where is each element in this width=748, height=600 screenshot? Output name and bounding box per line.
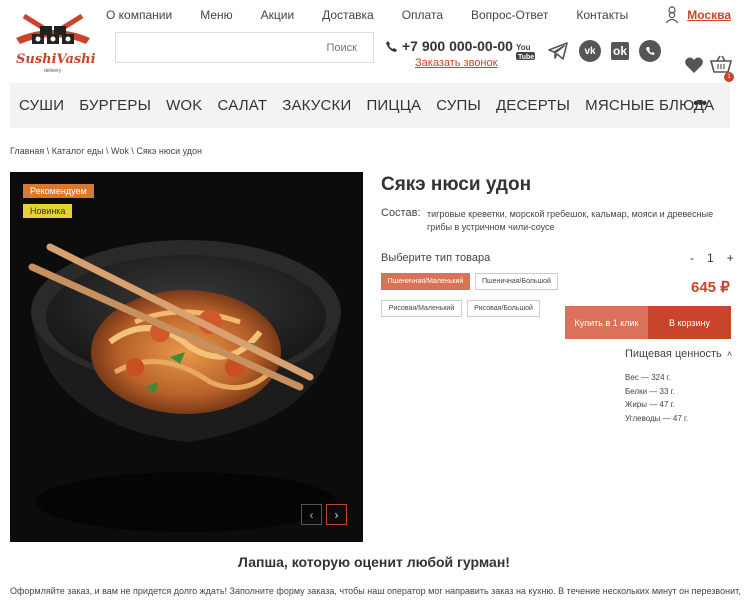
nav-menu[interactable]: Меню	[200, 8, 232, 22]
phone-number: +7 900 000-00-00	[402, 38, 513, 54]
more-categories-icon[interactable]: •••	[693, 95, 707, 112]
city-selector[interactable]: Москва	[663, 6, 731, 24]
tagline: Лапша, которую оценит любой гурман!	[238, 554, 510, 570]
category-sushi[interactable]: СУШИ	[19, 97, 64, 114]
category-wok[interactable]: WOK	[166, 97, 202, 114]
callback-link[interactable]: Заказать звонок	[415, 57, 497, 69]
svg-text:Tube: Tube	[518, 54, 534, 61]
prev-arrow-icon[interactable]: ‹	[301, 504, 322, 525]
category-bar: СУШИ БУРГЕРЫ WOK САЛАТ ЗАКУСКИ ПИЦЦА СУП…	[10, 83, 730, 128]
badge-recommended: Рекомендуем	[23, 184, 94, 198]
social-links: You Tube vk ok	[515, 40, 661, 62]
category-pizza[interactable]: ПИЦЦА	[366, 97, 421, 114]
next-arrow-icon[interactable]: ›	[326, 504, 347, 525]
nutrition-list: Вес — 324 г. Белки — 33 г. Жиры — 47 г. …	[625, 371, 688, 425]
brand-name: SushiVashi	[16, 52, 96, 67]
whatsapp-icon[interactable]	[639, 40, 661, 62]
nav-promos[interactable]: Акции	[261, 8, 295, 22]
vk-icon[interactable]: vk	[579, 40, 601, 62]
noodle-bowl-image	[28, 240, 341, 532]
composition-label: Состав:	[381, 207, 421, 219]
nutrition-weight: Вес — 324 г.	[625, 373, 671, 382]
nutrition-title: Пищевая ценность	[625, 348, 722, 360]
nav-delivery[interactable]: Доставка	[322, 8, 374, 22]
nutrition-protein: Белки — 33 г.	[625, 386, 675, 396]
chef-icon	[665, 6, 679, 24]
nav-about[interactable]: О компании	[106, 8, 172, 22]
product-price: 645 ₽	[691, 279, 730, 296]
svg-text:You: You	[516, 43, 531, 52]
telegram-icon[interactable]	[547, 40, 569, 62]
odnoklassniki-icon[interactable]: ok	[611, 42, 629, 60]
product-title: Сякэ нюси удон	[381, 174, 532, 195]
chevron-up-icon: ˄	[726, 349, 733, 359]
nutrition-fat: Жиры — 47 г.	[625, 400, 675, 409]
product-photo: Рекомендуем Новинка ‹ ›	[10, 172, 363, 542]
header-actions: 1	[684, 55, 734, 82]
nav-contacts[interactable]: Контакты	[576, 8, 628, 22]
logo-emblem-icon	[16, 13, 90, 44]
quantity-stepper: - 1 +	[690, 251, 734, 265]
badge-new: Новинка	[23, 204, 73, 218]
qty-minus-button[interactable]: -	[690, 251, 694, 265]
add-to-cart-button[interactable]: В корзину	[648, 306, 731, 339]
nav-payment[interactable]: Оплата	[402, 8, 443, 22]
search-box	[115, 32, 374, 63]
phone-icon	[386, 40, 397, 52]
gallery-arrows: ‹ ›	[301, 504, 347, 525]
buy-one-click-button[interactable]: Купить в 1 клик	[565, 306, 648, 339]
city-link[interactable]: Москва	[687, 8, 731, 22]
nav-faq[interactable]: Вопрос-Ответ	[471, 8, 548, 22]
category-soups[interactable]: СУПЫ	[436, 97, 481, 114]
top-nav: О компании Меню Акции Доставка Оплата Во…	[106, 8, 628, 22]
heart-icon[interactable]	[684, 56, 704, 74]
phone[interactable]: +7 900 000-00-00	[385, 38, 513, 54]
category-snacks[interactable]: ЗАКУСКИ	[282, 97, 351, 114]
option-wheat-large[interactable]: Пшеничная/Большой	[475, 273, 558, 290]
option-rice-small[interactable]: Рисовая/Маленький	[381, 300, 462, 317]
option-wheat-small[interactable]: Пшеничная/Маленький	[381, 273, 470, 290]
youtube-icon[interactable]: You Tube	[515, 40, 537, 62]
nutrition-toggle[interactable]: Пищевая ценность ˄	[625, 348, 732, 360]
site-logo[interactable]: SushiVashi delivery	[10, 12, 96, 74]
category-burgers[interactable]: БУРГЕРЫ	[79, 97, 151, 114]
category-desserts[interactable]: ДЕСЕРТЫ	[496, 97, 570, 114]
type-label: Выберите тип товара	[381, 252, 491, 264]
option-rice-large[interactable]: Рисовая/Большой	[467, 300, 540, 317]
composition-text: тигровые креветки, морской гребешок, кал…	[427, 209, 714, 232]
search-input[interactable]	[116, 33, 373, 62]
qty-plus-button[interactable]: +	[727, 251, 734, 265]
category-salad[interactable]: САЛАТ	[218, 97, 268, 114]
cart-count-badge: 1	[724, 72, 734, 82]
brand-sub: delivery	[44, 68, 62, 74]
nutrition-carbs: Углеводы — 47 г.	[625, 413, 689, 423]
breadcrumb[interactable]: Главная \ Каталог еды \ Wok \ Сякэ нюси …	[10, 146, 202, 156]
description: Оформляйте заказ, и вам не придется долг…	[10, 586, 741, 596]
qty-value: 1	[707, 251, 714, 265]
